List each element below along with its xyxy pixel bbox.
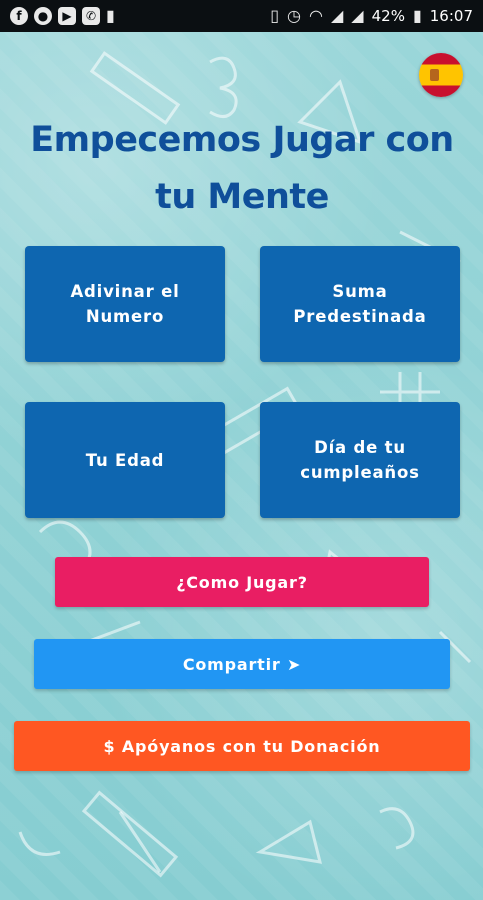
- spain-flag-icon[interactable]: [419, 53, 463, 97]
- clock-time: 16:07: [429, 7, 473, 25]
- donate-button[interactable]: $ Apóyanos con tu Donación: [14, 721, 470, 771]
- flag-crest: [430, 69, 439, 81]
- card-predestined-sum[interactable]: Suma Predestinada: [260, 246, 460, 362]
- share-button[interactable]: Compartir ➤: [34, 639, 450, 689]
- battery-icon: ▮: [412, 6, 422, 25]
- how-to-play-button[interactable]: ¿Como Jugar?: [55, 557, 429, 607]
- signal-icon: ◢: [330, 6, 344, 25]
- youtube-icon: ▶: [58, 7, 76, 25]
- card-guess-number[interactable]: Adivinar el Numero: [25, 246, 225, 362]
- wifi-icon: ◠: [309, 6, 323, 25]
- page-title: Empecemos Jugar con tu Mente: [30, 120, 454, 217]
- card-your-age[interactable]: Tu Edad: [25, 402, 225, 518]
- card-birthday[interactable]: Día de tu cumpleaños: [260, 402, 460, 518]
- whatsapp-icon: ✆: [82, 7, 100, 25]
- vibrate-icon: ▯: [270, 6, 280, 25]
- signal-icon-2: ◢: [351, 6, 364, 25]
- alarm-icon: ◷: [287, 6, 302, 25]
- status-bar: f ● ▶ ✆ ▮ ▯ ◷ ◠ ◢ ◢ 42% ▮ 16:07: [0, 0, 483, 32]
- facebook-icon: f: [10, 7, 28, 25]
- battery-saver-icon: ▮: [106, 6, 115, 25]
- media-icon: ●: [34, 7, 52, 25]
- battery-percent: 42%: [371, 7, 405, 25]
